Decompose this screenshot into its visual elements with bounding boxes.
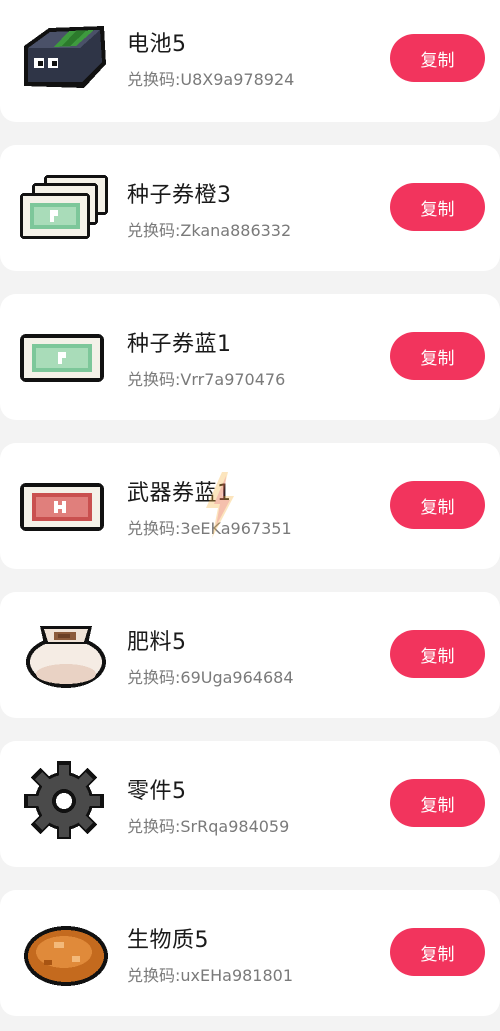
redeem-code: 兑换码:SrRqa984059	[127, 817, 290, 836]
list-item: 生物质5 兑换码:uxEHa981801 复制	[0, 890, 500, 1016]
item-name: 种子券橙3	[127, 183, 232, 208]
biomass-icon	[14, 912, 114, 992]
copy-button[interactable]: 复制	[390, 34, 485, 82]
seed-ticket-icon	[14, 316, 114, 396]
item-name: 电池5	[127, 32, 187, 57]
item-name: 生物质5	[127, 928, 209, 953]
redeem-code: 兑换码:69Uga964684	[127, 668, 294, 687]
fertilizer-sack-icon	[14, 612, 114, 692]
copy-button[interactable]: 复制	[390, 183, 485, 231]
redeem-code: 兑换码:U8X9a978924	[127, 70, 295, 89]
seed-ticket-stack-icon	[14, 167, 114, 247]
list-item: 电池5 兑换码:U8X9a978924 复制	[0, 0, 500, 122]
copy-button[interactable]: 复制	[390, 332, 485, 380]
redeem-code-list: 电池5 兑换码:U8X9a978924 复制 种子券橙3 兑换码:Zkana88…	[0, 0, 500, 1031]
item-name: 零件5	[127, 779, 187, 804]
redeem-code: 兑换码:uxEHa981801	[127, 966, 294, 985]
battery-icon	[14, 16, 114, 96]
copy-button[interactable]: 复制	[390, 928, 485, 976]
redeem-code: 兑换码:Vrr7a970476	[127, 370, 286, 389]
weapon-ticket-icon	[14, 465, 114, 545]
gear-part-icon	[14, 759, 114, 839]
list-item: 种子券蓝1 兑换码:Vrr7a970476 复制	[0, 294, 500, 420]
copy-button[interactable]: 复制	[390, 630, 485, 678]
copy-button[interactable]: 复制	[390, 481, 485, 529]
list-item: 零件5 兑换码:SrRqa984059 复制	[0, 741, 500, 867]
copy-button[interactable]: 复制	[390, 779, 485, 827]
watermark-icon	[200, 470, 240, 540]
list-item: 武器券蓝1 兑换码:3eEKa967351 复制	[0, 443, 500, 569]
list-item: 肥料5 兑换码:69Uga964684 复制	[0, 592, 500, 718]
item-name: 肥料5	[127, 630, 187, 655]
redeem-code: 兑换码:Zkana886332	[127, 221, 292, 240]
list-item: 种子券橙3 兑换码:Zkana886332 复制	[0, 145, 500, 271]
item-name: 种子券蓝1	[127, 332, 232, 357]
